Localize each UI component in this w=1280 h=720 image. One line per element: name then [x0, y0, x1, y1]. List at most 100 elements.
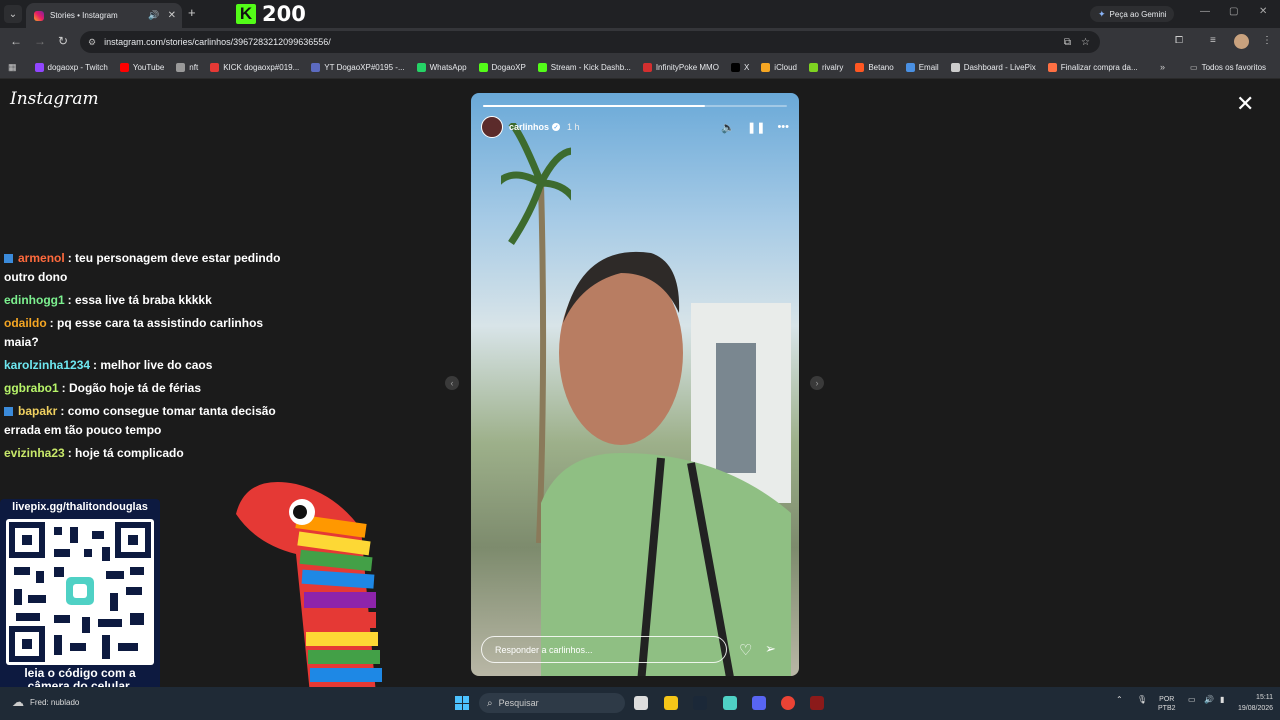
- person-image: [541, 251, 791, 676]
- gemini-sparkle-icon: ✦: [1098, 8, 1106, 19]
- menu-kebab-icon[interactable]: ⋮: [1262, 35, 1272, 46]
- gemini-button[interactable]: ✦ Peça ao Gemini: [1090, 6, 1175, 22]
- search-placeholder: Pesquisar: [498, 698, 539, 708]
- url-text[interactable]: instagram.com/stories/carlinhos/39672832…: [104, 37, 331, 47]
- bookmark-item[interactable]: iCloud: [761, 62, 797, 72]
- network-icon[interactable]: ▭: [1188, 695, 1196, 704]
- forward-arrow-icon[interactable]: →: [34, 34, 46, 48]
- instagram-favicon-icon: [34, 10, 44, 21]
- more-options-icon[interactable]: •••: [777, 121, 789, 134]
- volume-tray-icon[interactable]: 🔊: [1204, 695, 1214, 704]
- address-toolbar: ← → ↻ ⚙ instagram.com/stories/carlinhos/…: [0, 28, 1280, 56]
- window-close-icon[interactable]: ✕: [1259, 6, 1267, 17]
- next-story-icon[interactable]: ›: [810, 376, 824, 390]
- start-button[interactable]: [455, 696, 469, 710]
- instagram-logo[interactable]: Instagram: [10, 89, 99, 109]
- bookmark-item[interactable]: KICK dogaoxp#019...: [210, 62, 300, 72]
- site-info-icon[interactable]: ⚙: [88, 37, 96, 48]
- maximize-icon[interactable]: ▢: [1229, 6, 1238, 17]
- kick-logo-icon: K: [236, 4, 256, 24]
- cast-icon[interactable]: ⧉: [1064, 37, 1071, 48]
- language-indicator[interactable]: POR PTB2: [1158, 695, 1176, 713]
- new-tab-button[interactable]: +: [188, 5, 196, 20]
- bookmark-item[interactable]: Finalizar compra da...: [1047, 62, 1138, 72]
- chat-message: armenol: teu personagem deve estar pedin…: [4, 249, 294, 287]
- bookmark-favicon-icon: [905, 62, 915, 72]
- bookmark-item[interactable]: Betano: [855, 62, 894, 72]
- bookmark-star-icon[interactable]: ☆: [1081, 37, 1090, 48]
- bookmark-favicon-icon: [478, 62, 488, 72]
- bookmark-label: Dashboard - LivePix: [963, 62, 1036, 72]
- minimize-icon[interactable]: —: [1200, 6, 1210, 17]
- steam-icon[interactable]: [693, 696, 707, 710]
- like-heart-icon[interactable]: ♡: [739, 641, 752, 659]
- game-app-icon[interactable]: [810, 696, 824, 710]
- chrome-icon[interactable]: [781, 696, 795, 710]
- tab-list-button[interactable]: ⌄: [4, 5, 22, 23]
- bookmark-item[interactable]: DogaoXP: [478, 62, 526, 72]
- apps-grid-icon[interactable]: ▦: [8, 62, 17, 73]
- chat-username: bapakr: [18, 404, 58, 418]
- bookmark-label: Stream - Kick Dashb...: [550, 62, 631, 72]
- microphone-icon[interactable]: 🎙: [1137, 695, 1147, 704]
- browser-tabbar: ⌄ Stories • Instagram 🔊 ✕ + K 200 ✦ Peça…: [0, 0, 1280, 28]
- story-username[interactable]: carlinhos: [509, 122, 549, 132]
- instagram-page: Instagram ✕ ‹ › carlinhos ✓ 1 h 🔈 ❚❚ •••…: [0, 79, 1280, 704]
- bookmark-item[interactable]: nft: [176, 62, 198, 72]
- bookmark-item[interactable]: YouTube: [119, 62, 164, 72]
- bookmark-favicon-icon: [119, 62, 129, 72]
- bookmark-label: KICK dogaoxp#019...: [223, 62, 300, 72]
- chat-text: : hoje tá complicado: [67, 446, 184, 460]
- send-icon[interactable]: ➢: [765, 641, 776, 657]
- tab-close-icon[interactable]: ✕: [168, 10, 176, 21]
- bookmark-item[interactable]: WhatsApp: [416, 62, 467, 72]
- chat-username: armenol: [18, 251, 65, 265]
- weather-widget[interactable]: ☁ Fred: nublado: [12, 695, 79, 709]
- all-bookmarks-button[interactable]: ▭ Todos os favoritos: [1190, 63, 1266, 72]
- taskbar-search[interactable]: ⌕ Pesquisar: [479, 693, 625, 713]
- bookmark-label: InfinityPoke MMO: [655, 62, 719, 72]
- volume-icon[interactable]: 🔈: [721, 121, 735, 134]
- bookmark-favicon-icon: [642, 62, 652, 72]
- more-bookmarks-icon[interactable]: »: [1160, 62, 1165, 72]
- active-tab[interactable]: Stories • Instagram 🔊 ✕: [26, 3, 182, 28]
- reading-list-icon[interactable]: ≡: [1210, 35, 1216, 46]
- reload-icon[interactable]: ↻: [58, 34, 68, 48]
- battery-icon[interactable]: ▮: [1220, 695, 1224, 704]
- profile-avatar[interactable]: [1234, 34, 1249, 49]
- task-view-icon[interactable]: [634, 696, 648, 710]
- system-clock[interactable]: 15:11 19/08/2026: [1238, 692, 1273, 714]
- back-arrow-icon[interactable]: ←: [10, 34, 22, 48]
- reply-input[interactable]: Responder a carlinhos...: [481, 636, 727, 663]
- bookmark-item[interactable]: InfinityPoke MMO: [642, 62, 719, 72]
- story-progress-fill: [483, 105, 705, 107]
- app-icon[interactable]: [723, 696, 737, 710]
- discord-icon[interactable]: [752, 696, 766, 710]
- close-stories-icon[interactable]: ✕: [1236, 93, 1254, 115]
- chat-message: edinhogg1: essa live tá braba kkkkk: [4, 291, 294, 310]
- bookmark-favicon-icon: [34, 62, 44, 72]
- chat-username: odaildo: [4, 316, 47, 330]
- bookmark-item[interactable]: Email: [905, 62, 939, 72]
- pause-icon[interactable]: ❚❚: [747, 121, 765, 134]
- story-avatar[interactable]: [481, 116, 503, 138]
- prev-story-icon[interactable]: ‹: [445, 376, 459, 390]
- tray-chevron-icon[interactable]: ⌃: [1116, 695, 1123, 704]
- file-explorer-icon[interactable]: [664, 696, 678, 710]
- qr-url: livepix.gg/thalitondouglas: [12, 501, 148, 513]
- livepix-qr-card: livepix.gg/thalitondouglas leia o código…: [0, 499, 160, 703]
- audio-playing-icon[interactable]: 🔊: [148, 10, 159, 21]
- extensions-icon[interactable]: ⧠: [1175, 35, 1183, 46]
- omnibox[interactable]: ⚙ instagram.com/stories/carlinhos/396728…: [80, 31, 1100, 53]
- bookmark-item[interactable]: rivalry: [808, 62, 843, 72]
- story-header: carlinhos ✓ 1 h 🔈 ❚❚ •••: [481, 115, 789, 139]
- bookmark-item[interactable]: Stream - Kick Dashb...: [537, 62, 631, 72]
- bookmark-item[interactable]: dogaoxp - Twitch: [34, 62, 108, 72]
- language-line-1: POR: [1159, 696, 1175, 703]
- story-viewer[interactable]: carlinhos ✓ 1 h 🔈 ❚❚ ••• Responder a car…: [471, 93, 799, 676]
- bookmark-item[interactable]: YT DogaoXP#0195 -...: [311, 62, 405, 72]
- bookmark-favicon-icon: [537, 62, 547, 72]
- bookmark-item[interactable]: Dashboard - LivePix: [950, 62, 1036, 72]
- bookmark-item[interactable]: X: [730, 62, 749, 72]
- chat-text: : Dogão hoje tá de férias: [61, 381, 202, 395]
